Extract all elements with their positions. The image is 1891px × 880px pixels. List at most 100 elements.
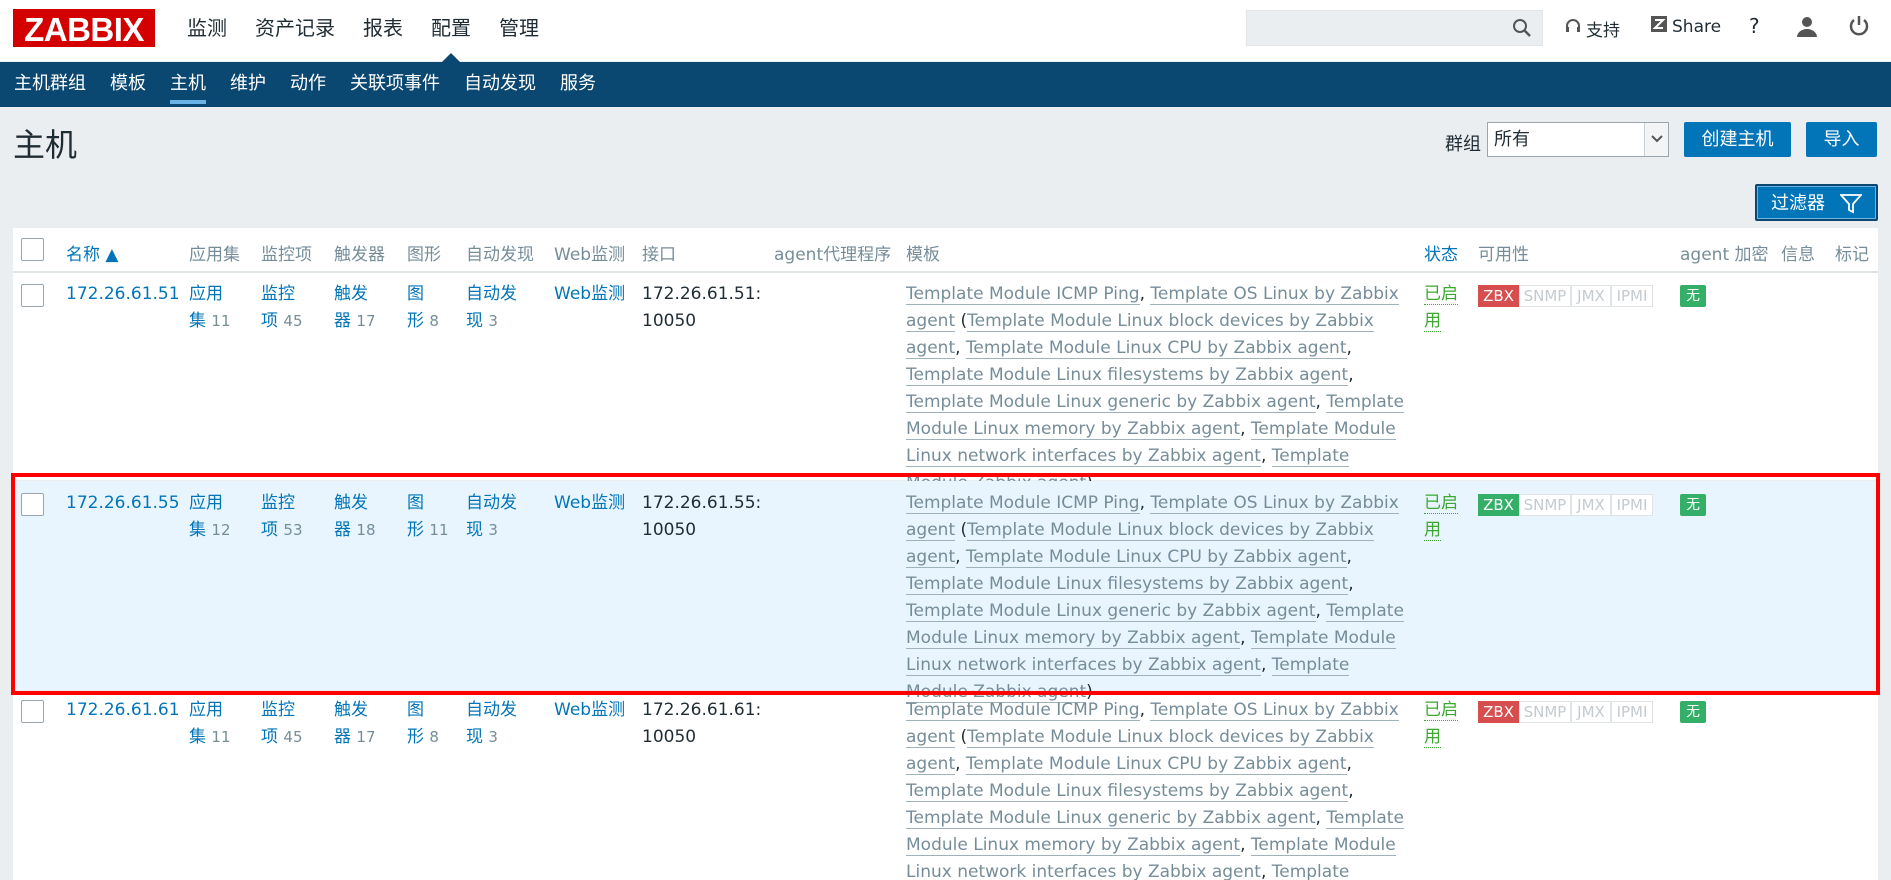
col-items: 监控项	[261, 245, 312, 265]
col-web: Web监测	[554, 245, 626, 265]
ipmi-availability-badge: IPMI	[1611, 494, 1653, 516]
user-profile-icon[interactable]	[1796, 15, 1818, 41]
chevron-down-icon[interactable]	[1644, 123, 1668, 156]
nav-administration[interactable]: 管理	[485, 0, 553, 62]
logout-icon[interactable]	[1848, 15, 1870, 41]
group-select-value: 所有	[1494, 129, 1530, 150]
nav-configuration[interactable]: 配置	[417, 0, 485, 62]
subnav-event-correlation[interactable]: 关联项事件	[338, 62, 452, 107]
filter-button-label: 过滤器	[1771, 193, 1825, 214]
table-row: 172.26.61.61 应用集 11 监控项 45 触发器 17 图形 8 自…	[13, 691, 1878, 880]
share-link[interactable]: Share	[1651, 16, 1721, 37]
col-graphs: 图形	[407, 245, 441, 265]
page-title: 主机	[13, 126, 78, 164]
nav-reports[interactable]: 报表	[349, 0, 417, 62]
select-all-checkbox[interactable]	[21, 238, 44, 261]
hosts-table: 名称 ▲ 应用集 监控项 触发器 图形 自动发现 Web监测 接口 agent代…	[13, 228, 1878, 880]
subnav-discovery[interactable]: 自动发现	[452, 62, 548, 107]
interface-value: 172.26.61.61: 10050	[642, 700, 762, 747]
col-discovery: 自动发现	[466, 245, 534, 265]
encryption-badge: 无	[1680, 285, 1706, 307]
group-filter-label: 群组	[1445, 134, 1481, 155]
web-link[interactable]: Web监测	[554, 490, 625, 517]
jmx-availability-badge: JMX	[1571, 285, 1611, 307]
top-header: ZABBIX 监测 资产记录 报表 配置 管理 支持 Share ?	[0, 0, 1891, 62]
support-label: 支持	[1586, 21, 1620, 41]
headset-icon	[1565, 18, 1581, 39]
triggers-link[interactable]: 触发器 17	[334, 281, 376, 335]
subnav-templates[interactable]: 模板	[98, 62, 158, 107]
interface-value: 172.26.61.51: 10050	[642, 284, 762, 331]
web-link[interactable]: Web监测	[554, 697, 625, 724]
nav-monitoring[interactable]: 监测	[173, 0, 241, 62]
status-link[interactable]: 已启用	[1424, 697, 1458, 751]
row-checkbox[interactable]	[21, 700, 44, 723]
subnav-maintenance[interactable]: 维护	[218, 62, 278, 107]
graphs-link[interactable]: 图形 8	[407, 697, 439, 751]
web-link[interactable]: Web监测	[554, 281, 625, 308]
row-checkbox[interactable]	[21, 284, 44, 307]
snmp-availability-badge: SNMP	[1519, 285, 1571, 307]
table-row: 172.26.61.51 应用集 11 监控项 45 触发器 17 图形 8 自…	[13, 275, 1878, 494]
zabbix-share-icon	[1651, 16, 1667, 37]
jmx-availability-badge: JMX	[1571, 701, 1611, 723]
nav-inventory[interactable]: 资产记录	[241, 0, 349, 62]
col-info: 信息	[1781, 245, 1815, 265]
snmp-availability-badge: SNMP	[1519, 701, 1571, 723]
col-applications: 应用集	[189, 245, 240, 265]
items-link[interactable]: 监控项 45	[261, 697, 303, 751]
search-icon[interactable]	[1512, 18, 1532, 42]
status-link[interactable]: 已启用	[1424, 281, 1458, 335]
host-name-link[interactable]: 172.26.61.55	[66, 490, 180, 517]
import-button[interactable]: 导入	[1806, 122, 1877, 157]
encryption-badge: 无	[1680, 701, 1706, 723]
discovery-link[interactable]: 自动发现 3	[466, 697, 517, 751]
col-encryption: agent 加密	[1680, 245, 1769, 265]
col-tags: 标记	[1835, 245, 1869, 265]
support-link[interactable]: 支持	[1565, 16, 1620, 41]
zabbix-logo[interactable]: ZABBIX	[13, 9, 155, 48]
table-header: 名称 ▲ 应用集 监控项 触发器 图形 自动发现 Web监测 接口 agent代…	[13, 228, 1878, 273]
triggers-link[interactable]: 触发器 18	[334, 490, 376, 544]
interface-value: 172.26.61.55: 10050	[642, 493, 762, 540]
filter-button[interactable]: 过滤器	[1755, 184, 1878, 221]
col-proxy: agent代理程序	[774, 245, 892, 265]
zbx-availability-badge: ZBX	[1478, 285, 1519, 307]
jmx-availability-badge: JMX	[1571, 494, 1611, 516]
row-checkbox[interactable]	[21, 493, 44, 516]
host-name-link[interactable]: 172.26.61.51	[66, 281, 180, 308]
global-search-input[interactable]	[1246, 10, 1543, 46]
templates-list: Template Module ICMP Ping, Template OS L…	[906, 697, 1406, 880]
graphs-link[interactable]: 图形 11	[407, 490, 449, 544]
col-templates: 模板	[906, 245, 940, 265]
col-status[interactable]: 状态	[1424, 240, 1458, 265]
encryption-badge: 无	[1680, 494, 1706, 516]
applications-link[interactable]: 应用集 12	[189, 490, 231, 544]
main-nav: 监测 资产记录 报表 配置 管理	[173, 0, 553, 62]
applications-link[interactable]: 应用集 11	[189, 697, 231, 751]
subnav-actions[interactable]: 动作	[278, 62, 338, 107]
share-label: Share	[1672, 16, 1722, 37]
zbx-availability-badge: ZBX	[1478, 494, 1519, 516]
items-link[interactable]: 监控项 45	[261, 281, 303, 335]
col-name[interactable]: 名称 ▲	[66, 240, 118, 265]
subnav-services[interactable]: 服务	[548, 62, 608, 107]
subnav-hosts[interactable]: 主机	[158, 62, 218, 107]
zbx-availability-badge: ZBX	[1478, 701, 1519, 723]
templates-list: Template Module ICMP Ping, Template OS L…	[906, 493, 1404, 703]
discovery-link[interactable]: 自动发现 3	[466, 281, 517, 335]
triggers-link[interactable]: 触发器 17	[334, 697, 376, 751]
discovery-link[interactable]: 自动发现 3	[466, 490, 517, 544]
create-host-button[interactable]: 创建主机	[1684, 122, 1791, 157]
status-link[interactable]: 已启用	[1424, 490, 1458, 544]
graphs-link[interactable]: 图形 8	[407, 281, 439, 335]
group-select[interactable]: 所有	[1487, 122, 1669, 157]
subnav-host-groups[interactable]: 主机群组	[2, 62, 98, 107]
templates-list: Template Module ICMP Ping, Template OS L…	[906, 281, 1406, 497]
host-name-link[interactable]: 172.26.61.61	[66, 697, 180, 724]
snmp-availability-badge: SNMP	[1519, 494, 1571, 516]
sub-nav: 主机群组 模板 主机 维护 动作 关联项事件 自动发现 服务	[0, 62, 1891, 107]
items-link[interactable]: 监控项 53	[261, 490, 303, 544]
applications-link[interactable]: 应用集 11	[189, 281, 231, 335]
help-link[interactable]: ?	[1749, 14, 1760, 38]
